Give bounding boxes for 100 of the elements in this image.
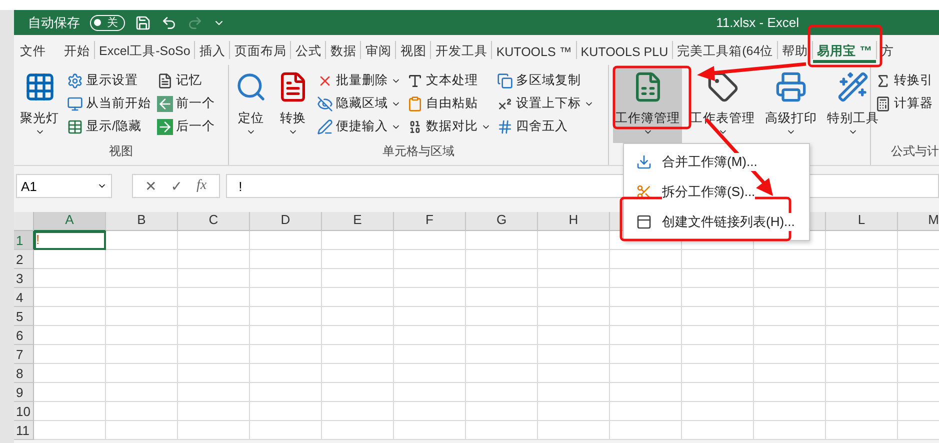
table-cell[interactable] <box>682 402 754 421</box>
table-cell[interactable] <box>394 307 466 326</box>
enter-button[interactable]: ✓ <box>170 178 182 194</box>
ribbon-tab[interactable]: KUTOOLS PLU <box>576 43 672 63</box>
ribbon-button[interactable]: 四舍五入 <box>497 117 594 136</box>
table-cell[interactable] <box>610 345 682 364</box>
table-cell[interactable] <box>466 383 538 402</box>
table-cell[interactable] <box>754 326 826 345</box>
table-cell[interactable] <box>538 231 610 250</box>
table-cell[interactable] <box>178 402 250 421</box>
ribbon-tab[interactable]: 易用宝 ™ <box>813 43 876 63</box>
table-cell[interactable] <box>34 383 106 402</box>
row-header[interactable]: 6 <box>14 326 34 345</box>
ribbon-button[interactable]: 转换 <box>275 67 311 143</box>
select-all-button[interactable] <box>14 212 34 231</box>
column-header[interactable]: D <box>250 212 322 231</box>
table-cell[interactable] <box>178 383 250 402</box>
table-cell[interactable] <box>106 421 178 440</box>
table-cell[interactable] <box>466 231 538 250</box>
table-cell[interactable] <box>466 402 538 421</box>
table-cell[interactable] <box>250 288 322 307</box>
table-cell[interactable] <box>178 288 250 307</box>
ribbon-tab[interactable]: Excel工具-SoSo <box>95 43 194 63</box>
ribbon-button[interactable]: 文本处理 <box>407 71 491 90</box>
table-cell[interactable] <box>394 288 466 307</box>
table-cell[interactable] <box>250 345 322 364</box>
table-cell[interactable] <box>538 383 610 402</box>
ribbon-button[interactable]: 高级打印 <box>763 67 819 143</box>
table-cell[interactable] <box>682 307 754 326</box>
ribbon-tab[interactable]: 开始 <box>60 43 94 63</box>
table-cell[interactable] <box>610 269 682 288</box>
ribbon-button[interactable]: 显示设置 <box>67 71 151 90</box>
table-cell[interactable] <box>682 288 754 307</box>
ribbon-tab[interactable]: 数据 <box>326 43 360 63</box>
table-cell[interactable] <box>322 269 394 288</box>
cancel-button[interactable]: ✕ <box>145 178 157 194</box>
table-cell[interactable] <box>250 402 322 421</box>
table-cell[interactable] <box>538 250 610 269</box>
row-header[interactable]: 2 <box>14 250 34 269</box>
table-cell[interactable] <box>394 250 466 269</box>
name-box[interactable]: A1 <box>16 174 112 198</box>
row-header[interactable]: 5 <box>14 307 34 326</box>
table-cell[interactable] <box>538 269 610 288</box>
save-icon[interactable] <box>135 14 151 30</box>
ribbon-button[interactable]: 后一个 <box>157 117 215 136</box>
table-cell[interactable] <box>466 250 538 269</box>
ribbon-button[interactable]: 多区域复制 <box>497 71 594 90</box>
table-cell[interactable] <box>754 421 826 440</box>
table-cell[interactable] <box>34 307 106 326</box>
table-cell[interactable] <box>826 421 898 440</box>
ribbon-tab[interactable]: 审阅 <box>361 43 396 63</box>
table-cell[interactable] <box>250 250 322 269</box>
menu-item[interactable]: 合并工作簿(M)... <box>624 147 809 177</box>
table-cell[interactable] <box>322 288 394 307</box>
column-header[interactable]: E <box>322 212 394 231</box>
table-cell[interactable] <box>826 383 898 402</box>
ribbon-tab[interactable]: 文件 <box>16 43 50 63</box>
table-cell[interactable] <box>250 307 322 326</box>
table-cell[interactable] <box>538 326 610 345</box>
table-cell[interactable] <box>610 250 682 269</box>
table-cell[interactable] <box>394 345 466 364</box>
table-cell[interactable] <box>322 402 394 421</box>
table-cell[interactable] <box>178 364 250 383</box>
column-header[interactable]: G <box>466 212 538 231</box>
table-cell[interactable] <box>106 269 178 288</box>
ribbon-button[interactable]: 隐藏区域 <box>317 94 401 113</box>
table-cell[interactable] <box>250 364 322 383</box>
table-cell[interactable] <box>34 364 106 383</box>
table-cell[interactable] <box>610 307 682 326</box>
autosave-toggle[interactable]: 关 <box>90 14 125 30</box>
table-cell[interactable] <box>826 345 898 364</box>
table-cell[interactable] <box>106 383 178 402</box>
ribbon-button[interactable]: 记忆 <box>157 71 215 90</box>
table-cell[interactable] <box>250 383 322 402</box>
table-cell[interactable] <box>538 402 610 421</box>
table-cell[interactable] <box>34 421 106 440</box>
ribbon-button[interactable]: 聚光灯 <box>18 67 61 143</box>
ribbon-tab[interactable]: 插入 <box>195 43 230 63</box>
table-cell[interactable] <box>322 250 394 269</box>
row-header[interactable]: 8 <box>14 364 34 383</box>
ribbon-button[interactable]: 显示/隐藏 <box>67 117 151 136</box>
row-header[interactable]: 11 <box>14 421 34 440</box>
table-cell[interactable] <box>394 231 466 250</box>
column-header[interactable]: F <box>394 212 466 231</box>
table-cell[interactable] <box>682 383 754 402</box>
table-cell[interactable] <box>826 269 898 288</box>
ribbon-tab[interactable]: 开发工具 <box>431 43 492 63</box>
column-header[interactable]: H <box>538 212 610 231</box>
table-cell[interactable] <box>322 326 394 345</box>
menu-item[interactable]: 创建文件链接列表(H)... <box>624 207 809 237</box>
table-cell[interactable] <box>610 326 682 345</box>
table-cell[interactable] <box>826 402 898 421</box>
table-cell[interactable] <box>106 307 178 326</box>
table-cell[interactable] <box>178 269 250 288</box>
table-cell[interactable] <box>682 345 754 364</box>
table-cell[interactable] <box>610 402 682 421</box>
table-cell[interactable] <box>538 307 610 326</box>
table-cell[interactable] <box>466 288 538 307</box>
ribbon-tab[interactable]: 完美工具箱(64位 <box>673 43 778 63</box>
table-cell[interactable] <box>322 231 394 250</box>
